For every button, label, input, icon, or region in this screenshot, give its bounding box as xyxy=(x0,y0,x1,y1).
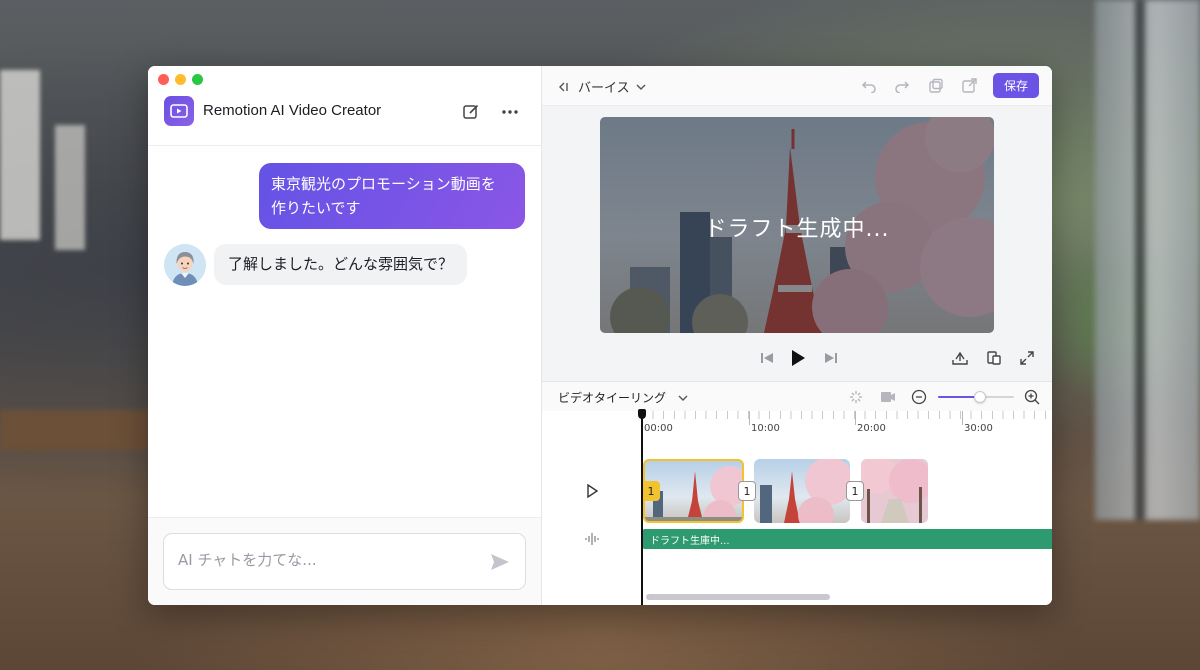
ruler-major-tick xyxy=(855,411,856,425)
chevron-down-icon xyxy=(636,84,646,90)
timeline-mode-label: ビデオタイーリング xyxy=(558,391,667,405)
chevron-down-icon xyxy=(678,395,688,401)
timeline-horizontal-scrollbar[interactable] xyxy=(646,594,830,600)
app-window: Remotion AI Video Creator 東京観光のプロモーション動画… xyxy=(148,66,1052,605)
ruler-major-tick xyxy=(962,411,963,425)
video-clip[interactable] xyxy=(861,459,928,523)
play-icon[interactable] xyxy=(787,347,809,369)
playhead-handle[interactable] xyxy=(638,409,646,419)
timeline-header: ビデオタイーリング xyxy=(542,381,1052,411)
fullscreen-icon[interactable] xyxy=(1016,347,1038,369)
edit-icon[interactable] xyxy=(460,101,482,123)
chat-input-box xyxy=(163,533,526,590)
zoom-in-icon[interactable] xyxy=(1023,388,1041,406)
clip-thumbnail xyxy=(760,459,850,523)
video-preview: ドラフト生成中... xyxy=(600,117,994,333)
clip-thumbnail xyxy=(861,459,928,523)
zoom-slider-handle[interactable] xyxy=(973,391,986,403)
user-message-line: 東京観光のプロモーション動画を xyxy=(271,175,496,193)
breadcrumb[interactable]: バーイス xyxy=(558,77,646,96)
zoom-slider[interactable] xyxy=(938,391,1014,403)
save-button[interactable]: 保存 xyxy=(993,73,1039,98)
timeline: 00:00 10:00 20:00 30:00 1 1 1 ドラフト生庫中... xyxy=(542,409,1052,605)
ruler-label: 10:00 xyxy=(751,423,780,434)
playhead[interactable] xyxy=(641,411,643,605)
copy-frame-icon[interactable] xyxy=(983,347,1005,369)
background-picture-frame xyxy=(55,125,85,250)
magic-icon[interactable] xyxy=(847,388,865,406)
user-message-bubble: 東京観光のプロモーション動画を 作りたいです xyxy=(259,163,525,229)
editor-toolbar: バーイス 保存 xyxy=(542,66,1052,106)
minimize-window-button[interactable] xyxy=(175,74,186,85)
collapse-icon xyxy=(559,82,568,91)
ruler-label: 30:00 xyxy=(964,423,993,434)
more-horizontal-icon[interactable] xyxy=(499,101,521,123)
ruler-ticks xyxy=(642,411,1052,419)
chat-panel: Remotion AI Video Creator 東京観光のプロモーション動画… xyxy=(148,66,542,605)
video-clip[interactable] xyxy=(754,459,850,523)
ruler-label: 20:00 xyxy=(857,423,886,434)
background-window xyxy=(1095,0,1200,520)
zoom-out-icon[interactable] xyxy=(910,388,928,406)
audio-track-clip[interactable]: ドラフト生庫中... xyxy=(642,529,1052,549)
skip-forward-icon[interactable] xyxy=(820,347,842,369)
play-outline-icon[interactable] xyxy=(584,483,600,499)
user-message-line: 作りたいです xyxy=(271,199,361,217)
redo-icon[interactable] xyxy=(893,77,911,95)
chat-input[interactable] xyxy=(178,551,468,569)
background-picture-frame xyxy=(0,70,40,240)
assistant-avatar xyxy=(164,244,206,286)
ruler-major-tick xyxy=(749,411,750,425)
chat-header: Remotion AI Video Creator xyxy=(148,96,541,146)
editor-panel: バーイス 保存 ドラフト生成中... ビデオタイーリング 00:00 10:00… xyxy=(542,66,1052,605)
window-controls xyxy=(158,74,203,85)
player-controls xyxy=(542,347,1052,369)
breadcrumb-label: バーイス xyxy=(578,81,630,96)
maximize-window-button[interactable] xyxy=(192,74,203,85)
ruler-label: 00:00 xyxy=(644,423,673,434)
external-link-icon[interactable] xyxy=(960,77,978,95)
timeline-ruler[interactable]: 00:00 10:00 20:00 30:00 xyxy=(642,411,1052,456)
timeline-mode-dropdown[interactable]: ビデオタイーリング xyxy=(558,389,688,406)
background-desk xyxy=(0,410,150,450)
undo-icon[interactable] xyxy=(860,77,878,95)
clip-marker[interactable]: 1 xyxy=(846,481,864,501)
copy-icon[interactable] xyxy=(927,77,945,95)
share-icon[interactable] xyxy=(949,347,971,369)
video-camera-icon xyxy=(164,96,194,126)
app-title: Remotion AI Video Creator xyxy=(203,102,382,119)
video-clip-icon[interactable] xyxy=(879,388,897,406)
clip-marker[interactable]: 1 xyxy=(642,481,660,501)
close-window-button[interactable] xyxy=(158,74,169,85)
preview-status-text: ドラフト生成中... xyxy=(704,217,890,242)
clip-marker[interactable]: 1 xyxy=(738,481,756,501)
audio-waveform-icon xyxy=(584,531,600,547)
assistant-message-bubble: 了解しました。どんな雰囲気で？ xyxy=(214,244,468,285)
send-icon[interactable] xyxy=(489,551,511,573)
chat-footer xyxy=(148,517,541,605)
skip-back-icon[interactable] xyxy=(756,347,778,369)
